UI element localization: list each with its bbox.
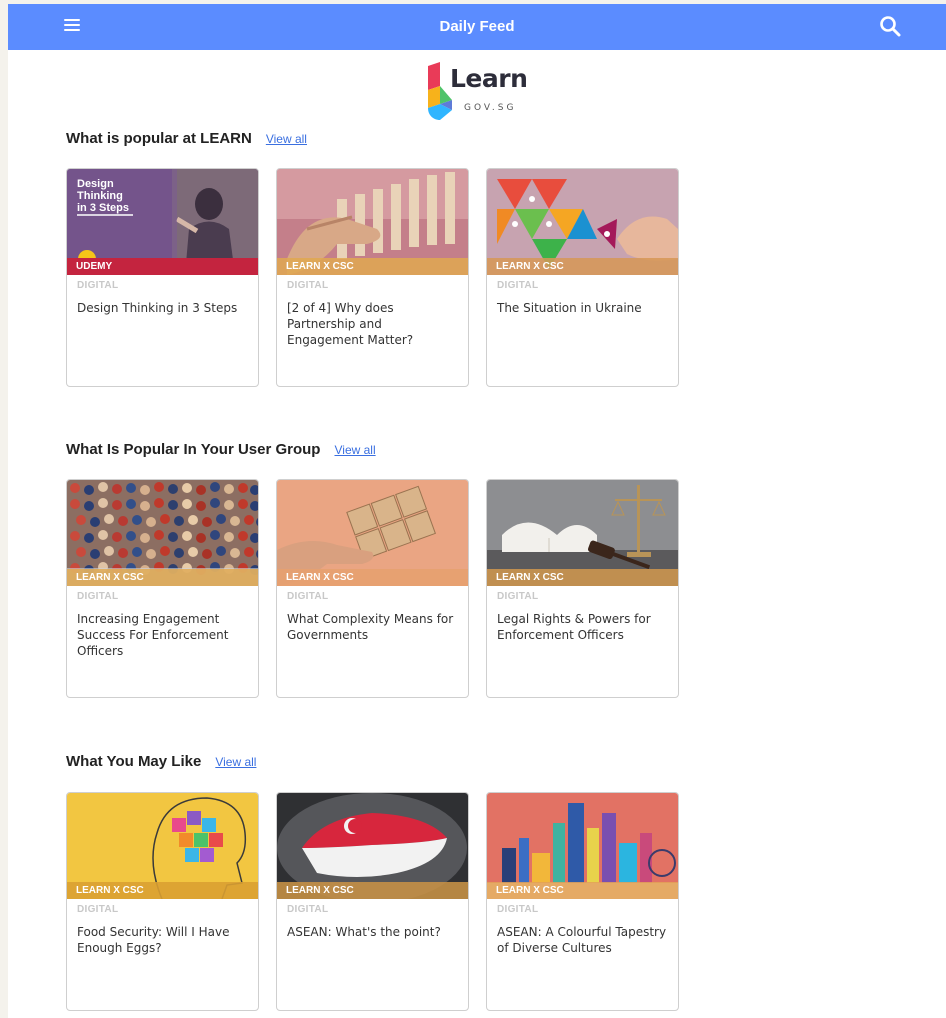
provider-label: LEARN X CSC (487, 258, 678, 275)
provider-label: LEARN X CSC (487, 569, 678, 586)
course-thumbnail: Design Thinking in 3 Steps UDEMY (67, 169, 258, 275)
course-title: What Complexity Means for Governments (287, 612, 454, 642)
course-card[interactable]: Design Thinking in 3 Steps UDEMY DIGITAL… (66, 168, 259, 387)
course-thumbnail: LEARN X CSC (487, 169, 678, 275)
section-header-you-may-like: What You May Like View all (66, 753, 256, 770)
logo-subtext: GOV.SG (464, 103, 517, 113)
course-thumbnail: LEARN X CSC (487, 480, 678, 586)
provider-label: LEARN X CSC (67, 569, 258, 586)
course-card[interactable]: LEARN X CSC DIGITAL Legal Rights & Power… (486, 479, 679, 698)
course-category: DIGITAL (77, 904, 119, 915)
course-title: ASEAN: What's the point? (287, 925, 441, 939)
course-title: ASEAN: A Colourful Tapestry of Diverse C… (497, 925, 667, 955)
course-category: DIGITAL (287, 904, 329, 915)
course-thumbnail: LEARN X CSC (277, 480, 468, 586)
section-title: What Is Popular In Your User Group (66, 441, 321, 458)
course-card[interactable]: LEARN X CSC DIGITAL Increasing Engagemen… (66, 479, 259, 698)
course-card[interactable]: LEARN X CSC DIGITAL Food Security: Will … (66, 792, 259, 1011)
course-title: The Situation in Ukraine (497, 301, 642, 315)
course-category: DIGITAL (77, 280, 119, 291)
top-app-bar: Daily Feed (8, 4, 946, 50)
course-thumbnail: LEARN X CSC (487, 793, 678, 899)
course-thumbnail: LEARN X CSC (277, 169, 468, 275)
course-category: DIGITAL (287, 591, 329, 602)
page-title: Daily Feed (439, 18, 515, 35)
provider-label: LEARN X CSC (277, 569, 468, 586)
provider-label: LEARN X CSC (487, 882, 678, 899)
course-card[interactable]: LEARN X CSC DIGITAL ASEAN: A Colourful T… (486, 792, 679, 1011)
learn-logo[interactable]: Learn GOV.SG (426, 62, 546, 122)
course-category: DIGITAL (497, 904, 539, 915)
course-card[interactable]: LEARN X CSC DIGITAL What Complexity Mean… (276, 479, 469, 698)
view-all-link[interactable]: View all (334, 443, 375, 457)
course-title: Food Security: Will I Have Enough Eggs? (77, 925, 230, 955)
svg-text:in 3 Steps: in 3 Steps (77, 202, 129, 214)
course-category: DIGITAL (497, 591, 539, 602)
learn-logo-mark (428, 62, 452, 120)
course-thumbnail: LEARN X CSC (67, 793, 258, 899)
course-card[interactable]: LEARN X CSC DIGITAL [2 of 4] Why does Pa… (276, 168, 469, 387)
provider-label: LEARN X CSC (67, 882, 258, 899)
course-title: [2 of 4] Why does Partnership and Engage… (287, 301, 414, 347)
logo-wordmark: Learn (450, 64, 528, 93)
course-card[interactable]: LEARN X CSC DIGITAL The Situation in Ukr… (486, 168, 679, 387)
view-all-link[interactable]: View all (266, 132, 307, 146)
provider-label: LEARN X CSC (277, 882, 468, 899)
search-icon[interactable] (878, 14, 902, 38)
provider-label: UDEMY (67, 258, 258, 275)
course-category: DIGITAL (497, 280, 539, 291)
section-title: What You May Like (66, 753, 202, 770)
course-thumbnail: LEARN X CSC (67, 480, 258, 586)
svg-text:Design: Design (77, 178, 114, 190)
section-title: What is popular at LEARN (66, 130, 252, 147)
course-title: Legal Rights & Powers for Enforcement Of… (497, 612, 651, 642)
course-thumbnail: LEARN X CSC (277, 793, 468, 899)
provider-label: LEARN X CSC (277, 258, 468, 275)
section-header-popular-at-learn: What is popular at LEARN View all (66, 130, 307, 147)
app-window: Daily Feed Learn GOV.SG What is popular … (8, 4, 946, 1018)
course-title: Increasing Engagement Success For Enforc… (77, 612, 229, 658)
course-title: Design Thinking in 3 Steps (77, 301, 238, 315)
course-card[interactable]: LEARN X CSC DIGITAL ASEAN: What's the po… (276, 792, 469, 1011)
course-category: DIGITAL (287, 280, 329, 291)
view-all-link[interactable]: View all (215, 755, 256, 769)
course-category: DIGITAL (77, 591, 119, 602)
section-header-popular-in-user-group: What Is Popular In Your User Group View … (66, 441, 376, 458)
svg-text:Thinking: Thinking (77, 190, 123, 202)
